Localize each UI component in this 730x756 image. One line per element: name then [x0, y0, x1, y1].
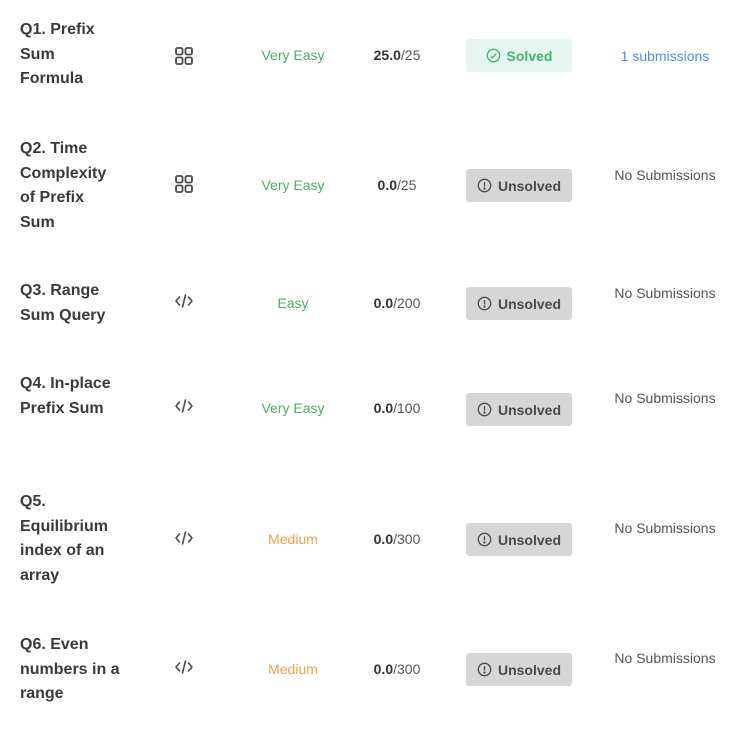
score-value: 0.0/300 [373, 661, 421, 677]
difficulty-label: Easy [277, 295, 309, 311]
score-value: 0.0/300 [373, 531, 421, 547]
status-label: Unsolved [497, 177, 561, 194]
table-row[interactable]: Q3. Range Sum Query Easy 0.0/200 Unsolve… [0, 279, 730, 329]
problems-table: Q1. Prefix Sum Formula Very Easy 25.0/25… [0, 0, 730, 756]
submissions-status: No Submissions [614, 650, 716, 666]
table-row[interactable]: Q6. Even numbers in a range Medium 0.0/3… [0, 633, 730, 707]
info-circle-icon [477, 296, 492, 311]
table-row[interactable]: Q4. In-place Prefix Sum Very Easy 0.0/10… [0, 372, 730, 446]
status-label: Unsolved [497, 531, 561, 548]
check-circle-icon [486, 48, 501, 63]
question-title[interactable]: Q3. Range Sum Query [20, 279, 120, 328]
score-value: 0.0/100 [373, 400, 421, 416]
grid-icon [172, 172, 196, 196]
status-label: Unsolved [497, 661, 561, 678]
status-label: Solved [506, 47, 553, 64]
table-row[interactable]: Q2. Time Complexity of Prefix Sum Very E… [0, 137, 730, 235]
question-title[interactable]: Q4. In-place Prefix Sum [20, 372, 120, 421]
difficulty-label: Medium [268, 661, 318, 677]
submissions-status: No Submissions [614, 285, 716, 301]
difficulty-label: Very Easy [261, 47, 325, 63]
submissions-status: No Submissions [614, 520, 716, 536]
info-circle-icon [477, 178, 492, 193]
status-badge: Unsolved [466, 169, 572, 202]
table-row[interactable]: Q5. Equilibrium index of an array Medium… [0, 490, 730, 588]
status-label: Unsolved [497, 295, 561, 312]
difficulty-label: Medium [268, 531, 318, 547]
question-title[interactable]: Q5. Equilibrium index of an array [20, 490, 120, 588]
submissions-link[interactable]: 1 submissions [605, 45, 725, 67]
score-value: 0.0/25 [377, 177, 417, 193]
question-title[interactable]: Q2. Time Complexity of Prefix Sum [20, 137, 120, 235]
score-value: 0.0/200 [373, 295, 421, 311]
difficulty-label: Very Easy [261, 177, 325, 193]
status-badge: Unsolved [466, 523, 572, 556]
status-badge: Unsolved [466, 653, 572, 686]
info-circle-icon [477, 402, 492, 417]
difficulty-label: Very Easy [261, 400, 325, 416]
submissions-status: No Submissions [614, 390, 716, 406]
code-icon [172, 289, 196, 313]
info-circle-icon [477, 532, 492, 547]
question-title[interactable]: Q1. Prefix Sum Formula [20, 18, 120, 92]
table-row[interactable]: Q1. Prefix Sum Formula Very Easy 25.0/25… [0, 18, 730, 94]
question-title[interactable]: Q6. Even numbers in a range [20, 633, 120, 707]
status-badge: Unsolved [466, 393, 572, 426]
code-icon [172, 655, 196, 679]
info-circle-icon [477, 662, 492, 677]
status-badge: Solved [466, 39, 572, 72]
grid-icon [172, 44, 196, 68]
score-value: 25.0/25 [373, 47, 421, 63]
code-icon [172, 526, 196, 550]
status-badge: Unsolved [466, 287, 572, 320]
submissions-status: No Submissions [614, 167, 716, 183]
status-label: Unsolved [497, 401, 561, 418]
code-icon [172, 394, 196, 418]
